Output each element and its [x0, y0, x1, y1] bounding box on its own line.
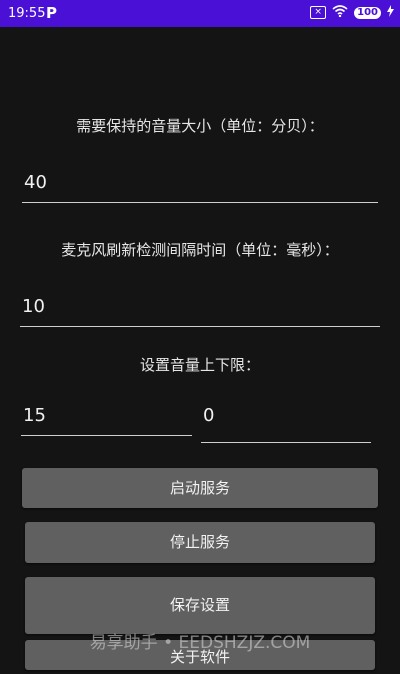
stop-service-button[interactable]: 停止服务 — [25, 522, 375, 563]
status-bar: 19:55 P × 100 — [0, 0, 400, 27]
status-icons: × 100 — [310, 5, 394, 20]
volume-label: 需要保持的音量大小（单位：分贝）： — [76, 117, 324, 135]
charging-icon — [387, 5, 394, 20]
volume-input[interactable]: 40 — [22, 172, 378, 203]
battery-icon: 100 — [354, 6, 381, 19]
lower-limit-input[interactable]: 0 — [201, 405, 371, 443]
save-settings-button[interactable]: 保存设置 — [25, 577, 375, 634]
start-service-button[interactable]: 启动服务 — [22, 468, 378, 508]
status-time: 19:55 — [8, 6, 46, 21]
interval-input[interactable]: 10 — [20, 296, 380, 327]
limit-label: 设置音量上下限： — [139, 356, 260, 374]
upper-limit-input[interactable]: 15 — [21, 405, 192, 436]
notification-x-icon: × — [310, 6, 327, 19]
app-notification-icon: P — [46, 4, 57, 22]
interval-label: 麦克风刷新检测间隔时间（单位：毫秒）： — [61, 241, 339, 259]
watermark: 易享助手 • EEDSHZJZ.COM — [89, 633, 311, 653]
wifi-icon — [332, 5, 348, 20]
